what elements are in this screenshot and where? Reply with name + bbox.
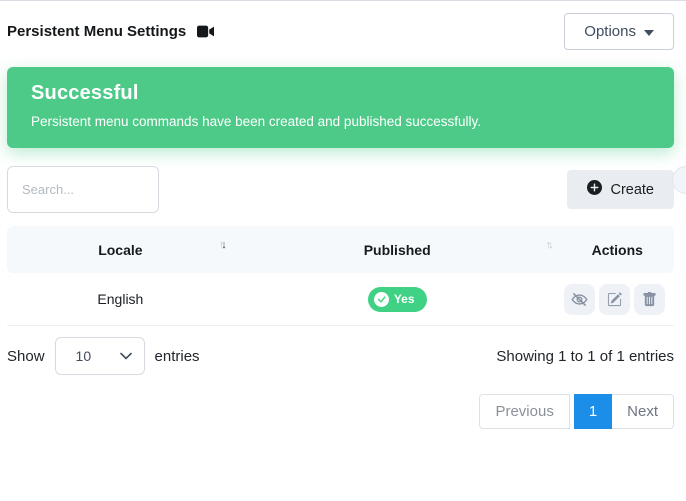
sort-icon[interactable]: ↑↓	[546, 239, 551, 251]
locale-cell: English	[7, 291, 234, 307]
camera-video-icon	[197, 25, 214, 38]
published-cell: Yes	[234, 287, 561, 312]
chevron-down-icon	[120, 352, 132, 360]
hide-button[interactable]	[564, 284, 595, 315]
entries-summary: Showing 1 to 1 of 1 entries	[496, 348, 674, 365]
edit-icon	[607, 292, 622, 307]
page-header: Persistent Menu Settings Options	[7, 13, 674, 50]
plus-circle-icon	[587, 180, 602, 199]
show-label: Show	[7, 348, 45, 365]
create-button-label: Create	[610, 182, 654, 198]
page-title: Persistent Menu Settings	[7, 23, 186, 40]
create-button[interactable]: Create	[567, 170, 674, 209]
eye-slash-icon	[571, 291, 588, 308]
actions-cell	[561, 284, 674, 315]
alert-message: Persistent menu commands have been creat…	[31, 114, 650, 129]
locales-table: Locale ↑↓ Published ↑↓ Actions English	[7, 226, 674, 326]
options-button-label: Options	[584, 23, 636, 40]
sort-icon[interactable]: ↑↓	[219, 239, 224, 251]
delete-button[interactable]	[634, 284, 665, 315]
check-circle-icon	[374, 292, 389, 307]
column-header-locale: Locale ↑↓	[7, 242, 234, 258]
success-alert: Successful Persistent menu commands have…	[7, 67, 674, 148]
entries-label: entries	[155, 348, 200, 365]
edit-button[interactable]	[599, 284, 630, 315]
published-status-badge: Yes	[368, 287, 427, 312]
column-header-published-label: Published	[364, 242, 431, 258]
trash-icon	[642, 292, 657, 307]
persistent-menu-settings-page: Persistent Menu Settings Options Success…	[0, 13, 686, 429]
published-status-label: Yes	[394, 292, 415, 306]
caret-down-icon	[644, 30, 654, 36]
alert-title: Successful	[31, 82, 650, 105]
column-header-locale-label: Locale	[98, 242, 142, 258]
table-row: English Yes	[7, 273, 674, 326]
column-header-actions: Actions	[561, 242, 674, 258]
table-header-row: Locale ↑↓ Published ↑↓ Actions	[7, 226, 674, 273]
pagination-row: Previous 1 Next	[7, 394, 674, 429]
pagination-next-button[interactable]: Next	[612, 394, 674, 429]
page-size-select[interactable]: 10	[55, 337, 145, 375]
column-header-actions-label: Actions	[592, 242, 643, 258]
pagination-page-1-button[interactable]: 1	[574, 394, 612, 429]
pagination: Previous 1 Next	[479, 394, 674, 429]
partial-offscreen-button[interactable]	[672, 166, 686, 194]
page-size-value: 10	[76, 348, 92, 364]
search-input[interactable]	[7, 166, 159, 213]
page-size-control: Show 10 entries	[7, 337, 200, 375]
table-footer: Show 10 entries Showing 1 to 1 of 1 entr…	[7, 337, 674, 375]
pagination-previous-button[interactable]: Previous	[479, 394, 569, 429]
options-button[interactable]: Options	[564, 13, 674, 50]
table-toolbar: Create	[7, 166, 674, 213]
column-header-published: Published ↑↓	[234, 242, 561, 258]
page-title-wrap: Persistent Menu Settings	[7, 23, 214, 40]
